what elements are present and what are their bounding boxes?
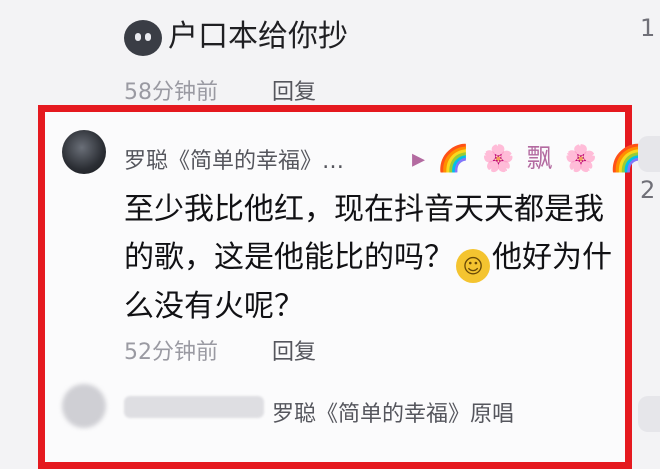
reply-username-blurred <box>124 396 264 418</box>
reply-avatar[interactable] <box>62 384 106 428</box>
avatar-emoji-icon <box>124 20 162 56</box>
user-avatar[interactable] <box>62 130 106 174</box>
top-comment-reply-button[interactable]: 回复 <box>272 74 316 106</box>
comment-time: 52分钟前 <box>124 340 218 365</box>
top-comment-text: 户口本给你抄 <box>168 19 348 54</box>
like-icon[interactable] <box>638 136 660 172</box>
smile-emoji-icon: ☺ <box>456 249 490 283</box>
top-comment-time: 58分钟前 <box>124 80 218 105</box>
username[interactable]: 罗聪《简单的幸福》… <box>124 143 344 175</box>
reply-button[interactable]: 回复 <box>272 334 316 366</box>
username-emoji-decoration: ▸ 🌈 🌸 飘 🌸 🌈 <box>412 144 644 174</box>
like-icon[interactable] <box>638 396 660 432</box>
comment-body: 至少我比他红，现在抖音天天都是我的歌，这是他能比的吗？ ☺ 他好为什么没有火呢？ <box>124 186 614 331</box>
like-count-mid: 2 <box>640 176 656 204</box>
reply-to-username[interactable]: 罗聪《简单的幸福》原唱 <box>272 396 514 428</box>
like-count-top: 1 <box>640 14 656 42</box>
